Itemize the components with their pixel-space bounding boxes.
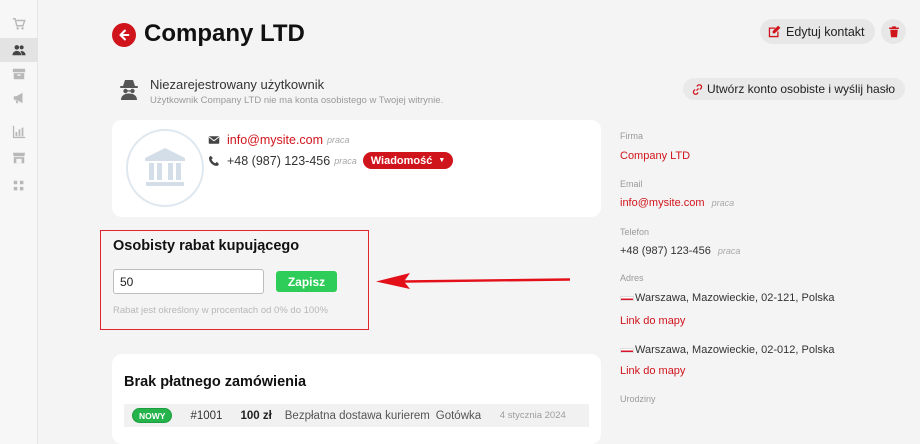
info-phone-label: Telefon [620, 227, 650, 237]
map-link-1[interactable]: Link do mapy [620, 315, 685, 327]
contact-phone-tag: praca [334, 155, 357, 166]
cart-icon [12, 18, 26, 30]
discount-hint: Rabat jest określony w procentach od 0% … [113, 305, 328, 316]
page-title: Company LTD [144, 20, 305, 47]
discount-section: Osobisty rabat kupującego Zapisz Rabat j… [100, 230, 369, 330]
info-email-label: Email [620, 179, 643, 189]
sidebar-item-users[interactable] [0, 38, 38, 62]
apps-icon [13, 180, 24, 191]
info-address-2: Warszawa, Mazowieckie, 02-012, Polska [620, 344, 835, 356]
edit-contact-button[interactable]: Edytuj kontakt [760, 19, 875, 44]
order-shipping: Bezpłatna dostawa kurierem [284, 409, 430, 422]
discount-title: Osobisty rabat kupującego [113, 238, 300, 254]
poland-flag-icon [620, 295, 634, 301]
map-link-2[interactable]: Link do mapy [620, 365, 685, 377]
phone-icon [208, 155, 220, 166]
users-icon [12, 45, 26, 56]
contact-email-row: info@mysite.com praca [208, 133, 350, 147]
sidebar-item-archive[interactable] [0, 62, 38, 86]
message-label: Wiadomość [370, 154, 433, 167]
info-address-label: Adres [620, 273, 644, 283]
order-number: #1001 [190, 409, 223, 422]
avatar [126, 129, 204, 207]
discount-input[interactable] [113, 269, 264, 294]
create-account-button[interactable]: Utwórz konto osobiste i wyślij hasło [683, 78, 906, 100]
sidebar-item-marketing[interactable] [0, 86, 38, 110]
link-icon [692, 83, 703, 95]
order-date: 4 stycznia 2024 [499, 410, 566, 421]
sidebar-item-apps[interactable] [0, 174, 38, 198]
info-email-tag: praca [711, 198, 735, 208]
sidebar [0, 0, 38, 444]
create-account-label: Utwórz konto osobiste i wyślij hasło [707, 82, 896, 96]
table-row[interactable]: NOWY #1001 100 zł Bezpłatna dostawa kuri… [124, 404, 589, 427]
contact-email-tag: praca [327, 135, 350, 145]
delete-button[interactable] [881, 19, 906, 44]
annotation-arrow-icon [376, 273, 570, 289]
contact-phone-row: +48 (987) 123-456 praca Wiadomość ▼ [208, 152, 454, 169]
caret-down-icon: ▼ [438, 157, 446, 164]
bar-chart-icon [12, 125, 26, 139]
info-address-1-text: Warszawa, Mazowieckie, 02-121, Polska [635, 292, 835, 304]
trash-icon [888, 25, 899, 37]
order-payment: Gotówka [435, 409, 482, 422]
status-badge: NOWY [132, 408, 173, 423]
spy-icon [120, 80, 138, 100]
store-icon [12, 152, 26, 164]
archive-icon [12, 68, 26, 80]
info-phone-row: +48 (987) 123-456 praca [620, 245, 740, 257]
poland-flag-icon [620, 347, 634, 353]
info-address-2-text: Warszawa, Mazowieckie, 02-012, Polska [635, 344, 835, 356]
save-discount-button[interactable]: Zapisz [276, 271, 337, 292]
order-price: 100 zł [240, 409, 272, 422]
info-email-link[interactable]: info@mysite.com [620, 197, 705, 209]
info-company-value[interactable]: Company LTD [620, 150, 690, 162]
info-address-1: Warszawa, Mazowieckie, 02-121, Polska [620, 292, 835, 304]
sidebar-item-cart[interactable] [0, 12, 38, 36]
sidebar-item-stats[interactable] [0, 120, 38, 144]
sidebar-item-store[interactable] [0, 146, 38, 170]
message-button[interactable]: Wiadomość ▼ [362, 152, 454, 169]
contact-phone: +48 (987) 123-456 [227, 153, 331, 168]
orders-card: Brak płatnego zamówienia NOWY #1001 100 … [112, 354, 601, 444]
contact-email-link[interactable]: info@mysite.com [227, 133, 323, 147]
account-status-subtitle: Użytkownik Company LTD nie ma konta osob… [150, 95, 444, 106]
edit-contact-label: Edytuj kontakt [786, 24, 865, 39]
orders-title: Brak płatnego zamówienia [124, 374, 307, 390]
info-company-label: Firma [620, 131, 643, 141]
info-email-row: info@mysite.com praca [620, 197, 734, 209]
account-status-title: Niezarejestrowany użytkownik [150, 77, 325, 92]
back-arrow-icon[interactable] [112, 23, 136, 47]
info-phone-value: +48 (987) 123-456 [620, 245, 711, 257]
bank-building-icon [145, 148, 185, 186]
info-birthday-label: Urodziny [620, 394, 656, 404]
megaphone-icon [13, 92, 23, 104]
contact-card: info@mysite.com praca +48 (987) 123-456 … [112, 120, 601, 217]
edit-icon [768, 25, 781, 38]
info-phone-tag: praca [717, 246, 741, 256]
envelope-icon [208, 136, 220, 144]
